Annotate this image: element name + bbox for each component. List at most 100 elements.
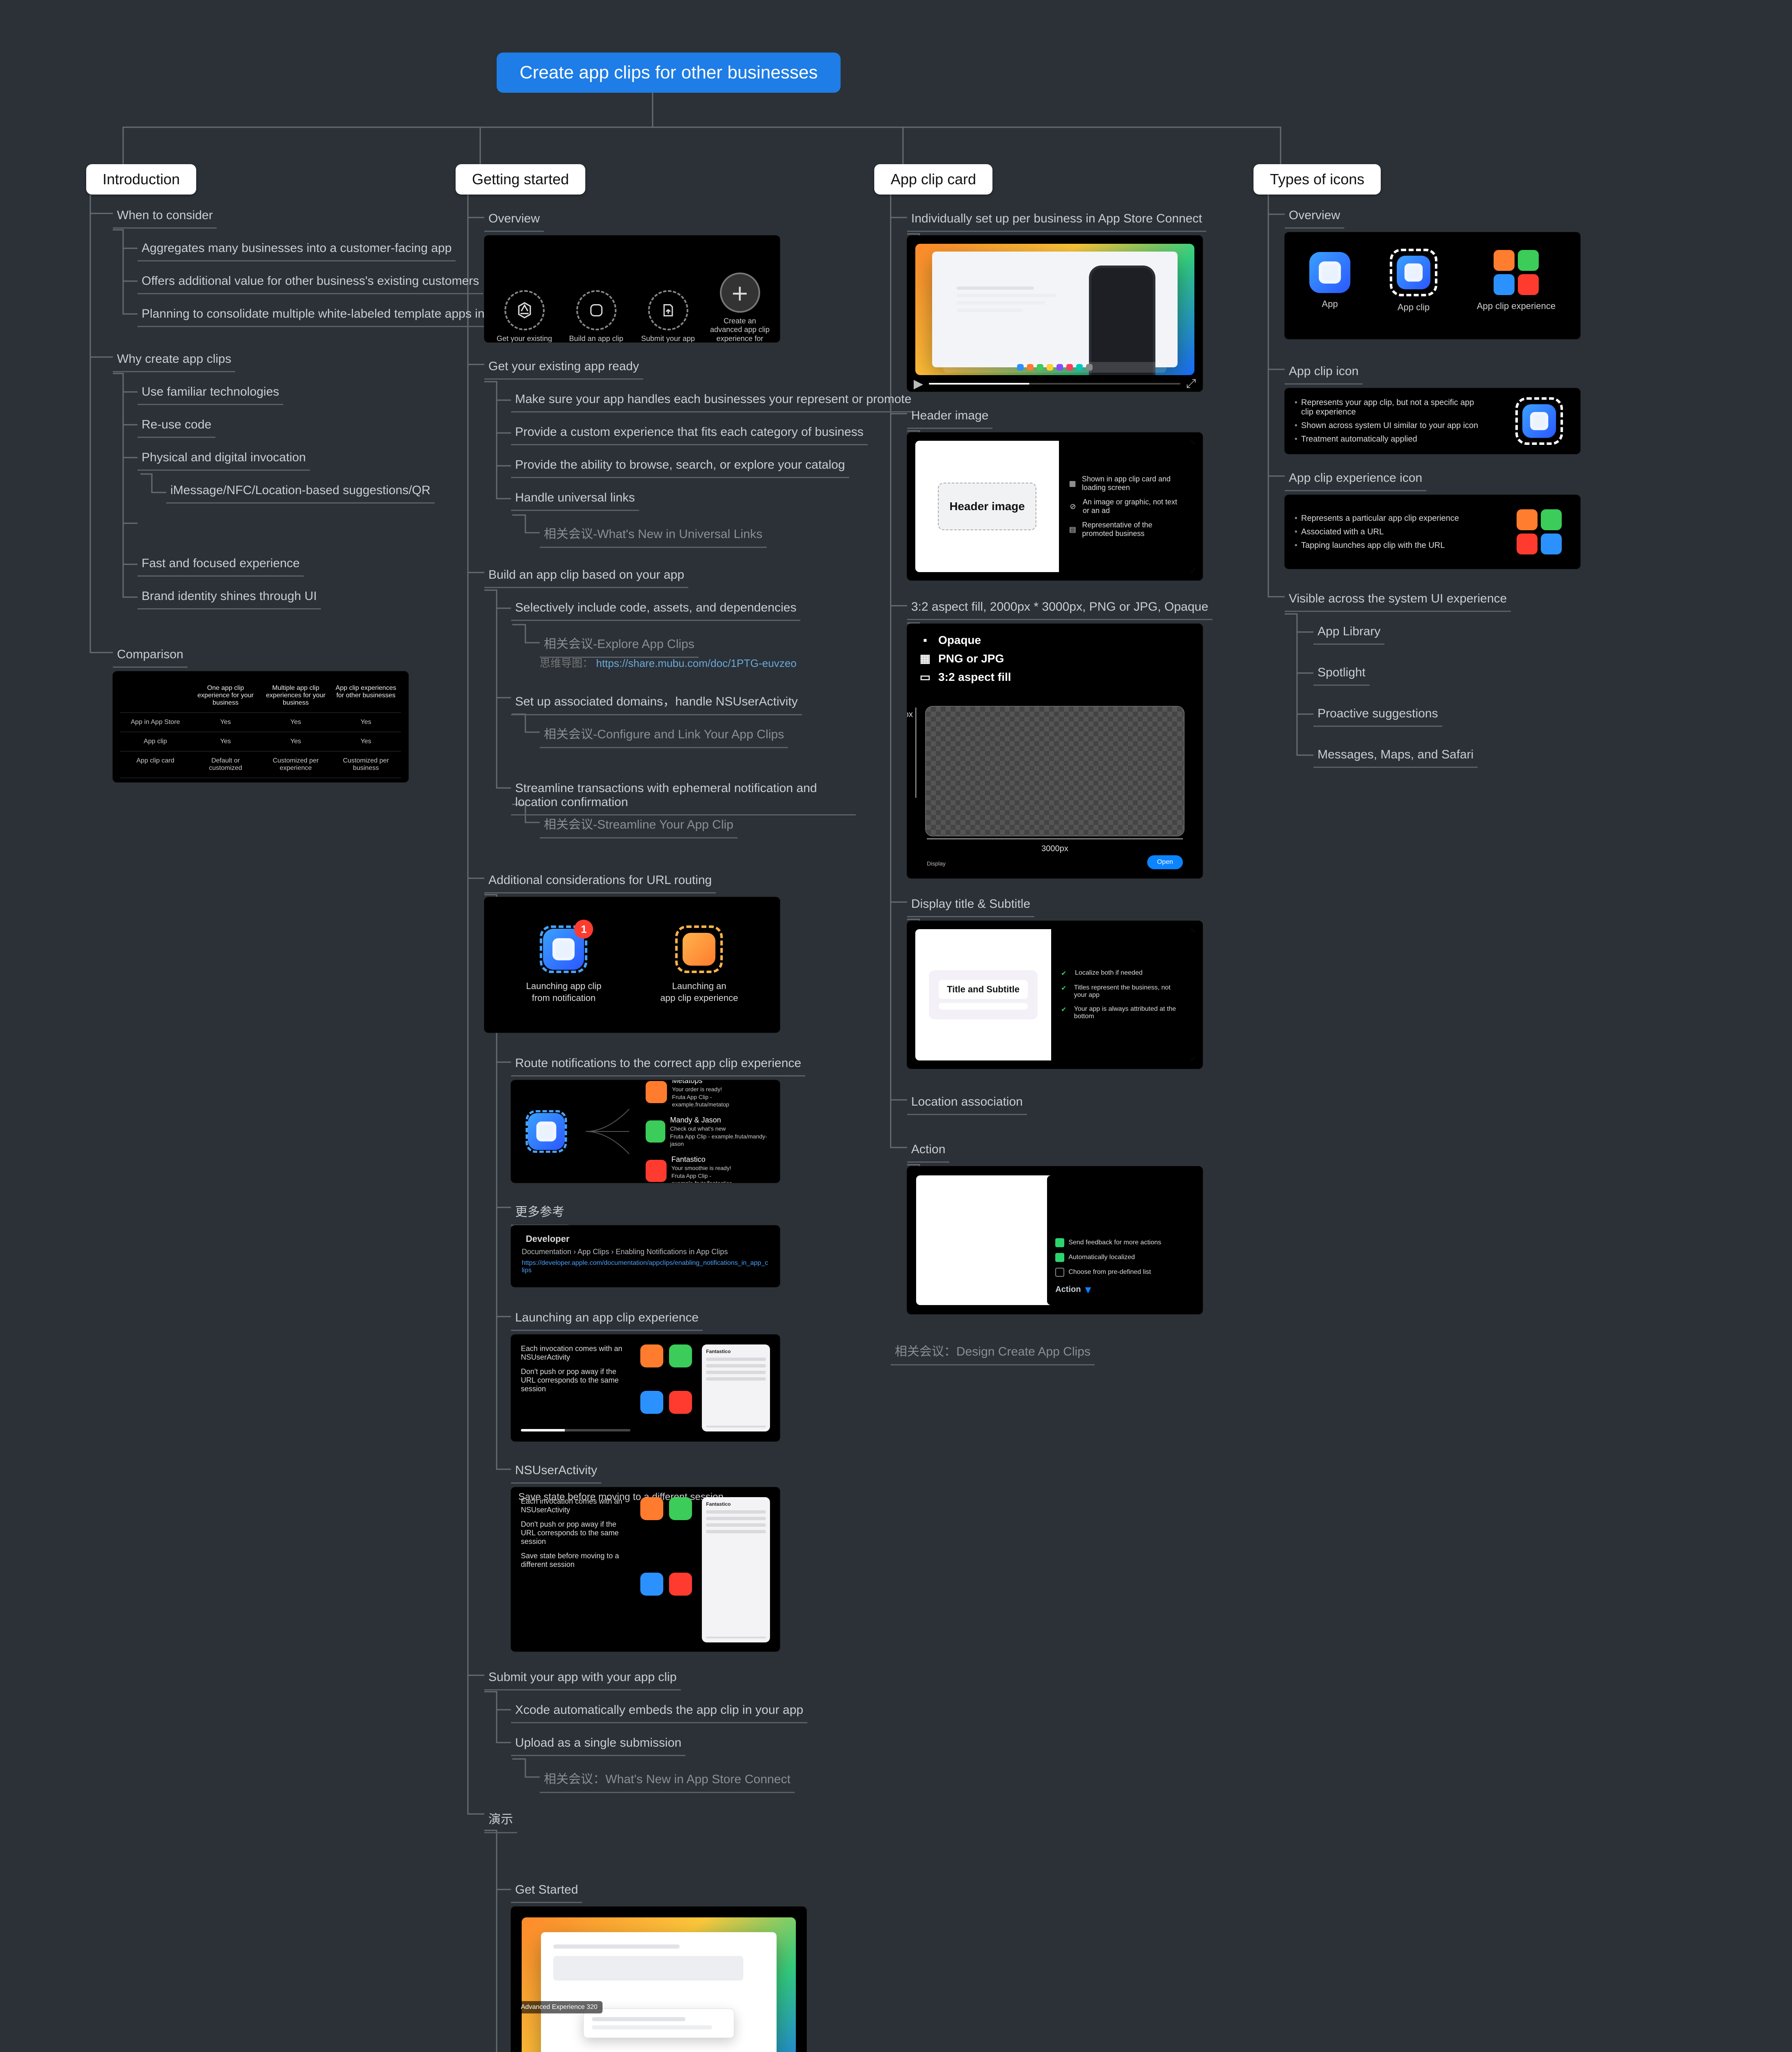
header-image-label: Header image [938,483,1036,530]
node-brand-identity[interactable]: Brand identity shines through UI [137,586,321,609]
ref-explore-app-clips[interactable]: 相关会议-Explore App Clips [540,630,699,658]
no-text-icon: ⊘ [1069,502,1077,511]
node-reuse-code[interactable]: Re-use code [137,415,215,438]
node-gs-overview[interactable]: Overview [484,208,544,232]
node-display-title[interactable]: Display title & Subtitle [907,894,1034,917]
aspect-fill-card: ▪Opaque ▦PNG or JPG ▭3:2 aspect fill 300… [907,624,1203,878]
open-button[interactable]: Open [1147,855,1183,869]
demo-get-started-card: Advanced Experience 320 [511,1907,807,2052]
node-universal-links[interactable]: Handle universal links [511,488,639,511]
app-clip-icon [1390,249,1437,296]
aspect-icon: ▭ [919,670,932,684]
node-handle-each-business[interactable]: Make sure your app handles each business… [511,389,916,412]
notification-badge: 1 [574,920,593,939]
node-messages-maps-safari[interactable]: Messages, Maps, and Safari [1313,744,1478,768]
node-why-create[interactable]: Why create app clips [113,349,235,372]
branch-introduction[interactable]: Introduction [86,164,196,195]
dim-width-label: 3000px [917,844,1193,854]
display-title-card: Title and Subtitle ✔Localize both if nee… [907,921,1203,1069]
branch-types-of-icons[interactable]: Types of icons [1253,164,1381,195]
node-individually-set-up[interactable]: Individually set up per business in App … [907,208,1206,232]
dim-height-label: 2000px [907,710,913,719]
doc-link[interactable]: https://developer.apple.com/documentatio… [522,1260,769,1274]
store-icon: ▤ [1069,524,1076,534]
node-experience-icon[interactable]: App clip experience icon [1285,468,1426,491]
branch-app-clip-card[interactable]: App clip card [874,164,992,195]
node-location-association[interactable]: Location association [907,1092,1027,1115]
node-app-clip-icon[interactable]: App clip icon [1285,361,1363,385]
progress-bar [521,1429,630,1431]
node-build-app-clip[interactable]: Build an app clip based on your app [484,565,688,588]
action-label: Action [1055,1285,1081,1294]
node-fast-focused[interactable]: Fast and focused experience [137,553,304,577]
node-streamline-transactions[interactable]: Streamline transactions with ephemeral n… [511,778,856,815]
root-node[interactable]: Create app clips for other businesses [497,53,841,93]
node-app-library[interactable]: App Library [1313,621,1384,645]
square-fill-icon: ▪ [919,634,932,647]
node-demo-get-started[interactable]: Get Started [511,1880,582,1903]
fanout-lines-icon [586,1095,629,1168]
node-proactive-suggestions[interactable]: Proactive suggestions [1313,703,1442,727]
cmp-r3c0: App clip card [120,751,190,778]
cmp-r4c0: Businesses [120,778,190,782]
comparison-table-card: One app clip experience for your busines… [113,671,408,782]
cmp-head-multiple: Multiple app clip experiences for your b… [261,679,331,712]
app-icon [1309,252,1350,293]
branch-getting-started[interactable]: Getting started [456,164,585,195]
ref-app-store-connect[interactable]: 相关会议：What's New in App Store Connect [540,1766,795,1793]
node-spotlight[interactable]: Spotlight [1313,662,1370,686]
demo-tag-get-started: Advanced Experience 320 [516,2001,603,2013]
node-custom-experience[interactable]: Provide a custom experience that fits ea… [511,422,868,445]
cmp-r1c1: Yes [190,713,261,732]
cmp-head-empty [120,679,190,712]
node-physical-digital-invocation[interactable]: Physical and digital invocation [137,447,310,471]
gs-tile-1: Get your existing app ready [493,334,556,342]
node-associated-domains[interactable]: Set up associated domains，handle NSUserA… [511,688,802,715]
node-selectively-include[interactable]: Selectively include code, assets, and de… [511,598,800,621]
node-more-reference[interactable]: 更多参考 [511,1198,568,1226]
cmp-r1c3: Yes [331,713,401,732]
node-when-to-consider[interactable]: When to consider [113,205,217,229]
node-visible-across-system[interactable]: Visible across the system UI experience [1285,589,1511,612]
node-xcode-embeds[interactable]: Xcode automatically embeds the app clip … [511,1700,807,1723]
mubu-link-url[interactable]: https://share.mubu.com/doc/1PTG-euvzeo [596,657,796,669]
ref-design-create-app-clips[interactable]: 相关会议：Design Create App Clips [891,1338,1095,1365]
launch-from-notif-label: Launching app clip from notification [526,980,601,1004]
node-additional-value[interactable]: Offers additional value for other busine… [137,271,483,294]
node-icons-overview[interactable]: Overview [1285,205,1344,229]
url-launch-card: 1 Launching app clip from notification L… [484,897,780,1033]
gs-overview-card: Get your existing app ready Build an app… [484,236,780,342]
node-nsuseractivity[interactable]: NSUserActivity [511,1460,601,1484]
ref-configure-link[interactable]: 相关会议-Configure and Link Your App Clips [540,721,788,748]
launch-experience-label: Launching an app clip experience [660,980,738,1004]
mubu-link[interactable]: 思维导图： https://share.mubu.com/doc/1PTG-eu… [540,655,797,670]
cmp-r1c2: Yes [261,713,331,732]
node-invocation-methods[interactable]: iMessage/NFC/Location-based suggestions/… [166,480,435,504]
node-comparison[interactable]: Comparison [113,644,188,668]
node-aggregates-businesses[interactable]: Aggregates many businesses into a custom… [137,238,456,261]
node-single-submission[interactable]: Upload as a single submission [511,1733,685,1756]
node-demo[interactable]: 演示 [484,1806,517,1833]
node-launching-app-clip-experience[interactable]: Launching an app clip experience [511,1308,703,1331]
node-browse-search-explore[interactable]: Provide the ability to browse, search, o… [511,455,849,478]
developer-reference-card[interactable]: Developer Documentation › App Clips › En… [511,1225,780,1287]
ref-streamline[interactable]: 相关会议-Streamline Your App Clip [540,811,738,838]
icons-overview-card: App App clip App clip experience [1285,232,1580,339]
node-existing-app-ready[interactable]: Get your existing app ready [484,356,643,380]
subtitle-field[interactable] [939,1003,1028,1010]
video-controls[interactable]: ▶ ⤢ [907,378,1203,389]
fullscreen-icon[interactable]: ⤢ [1186,377,1196,391]
node-url-routing[interactable]: Additional considerations for URL routin… [484,870,716,893]
experience-icon-card: Represents a particular app clip experie… [1285,495,1580,569]
title-field[interactable]: Title and Subtitle [939,980,1028,999]
node-aspect-fill[interactable]: 3:2 aspect fill, 2000px * 3000px, PNG or… [907,597,1212,620]
play-icon[interactable]: ▶ [914,377,923,391]
node-header-image[interactable]: Header image [907,405,992,429]
node-action[interactable]: Action [907,1139,949,1163]
app-store-connect-card: ▶ ⤢ [907,236,1203,392]
node-submit-your-app[interactable]: Submit your app with your app clip [484,1667,681,1690]
check-icon: ✔ [1061,969,1070,978]
ref-universal-links[interactable]: 相关会议-What's New in Universal Links [540,520,767,548]
node-familiar-technologies[interactable]: Use familiar technologies [137,382,283,405]
node-route-notifications[interactable]: Route notifications to the correct app c… [511,1053,805,1076]
